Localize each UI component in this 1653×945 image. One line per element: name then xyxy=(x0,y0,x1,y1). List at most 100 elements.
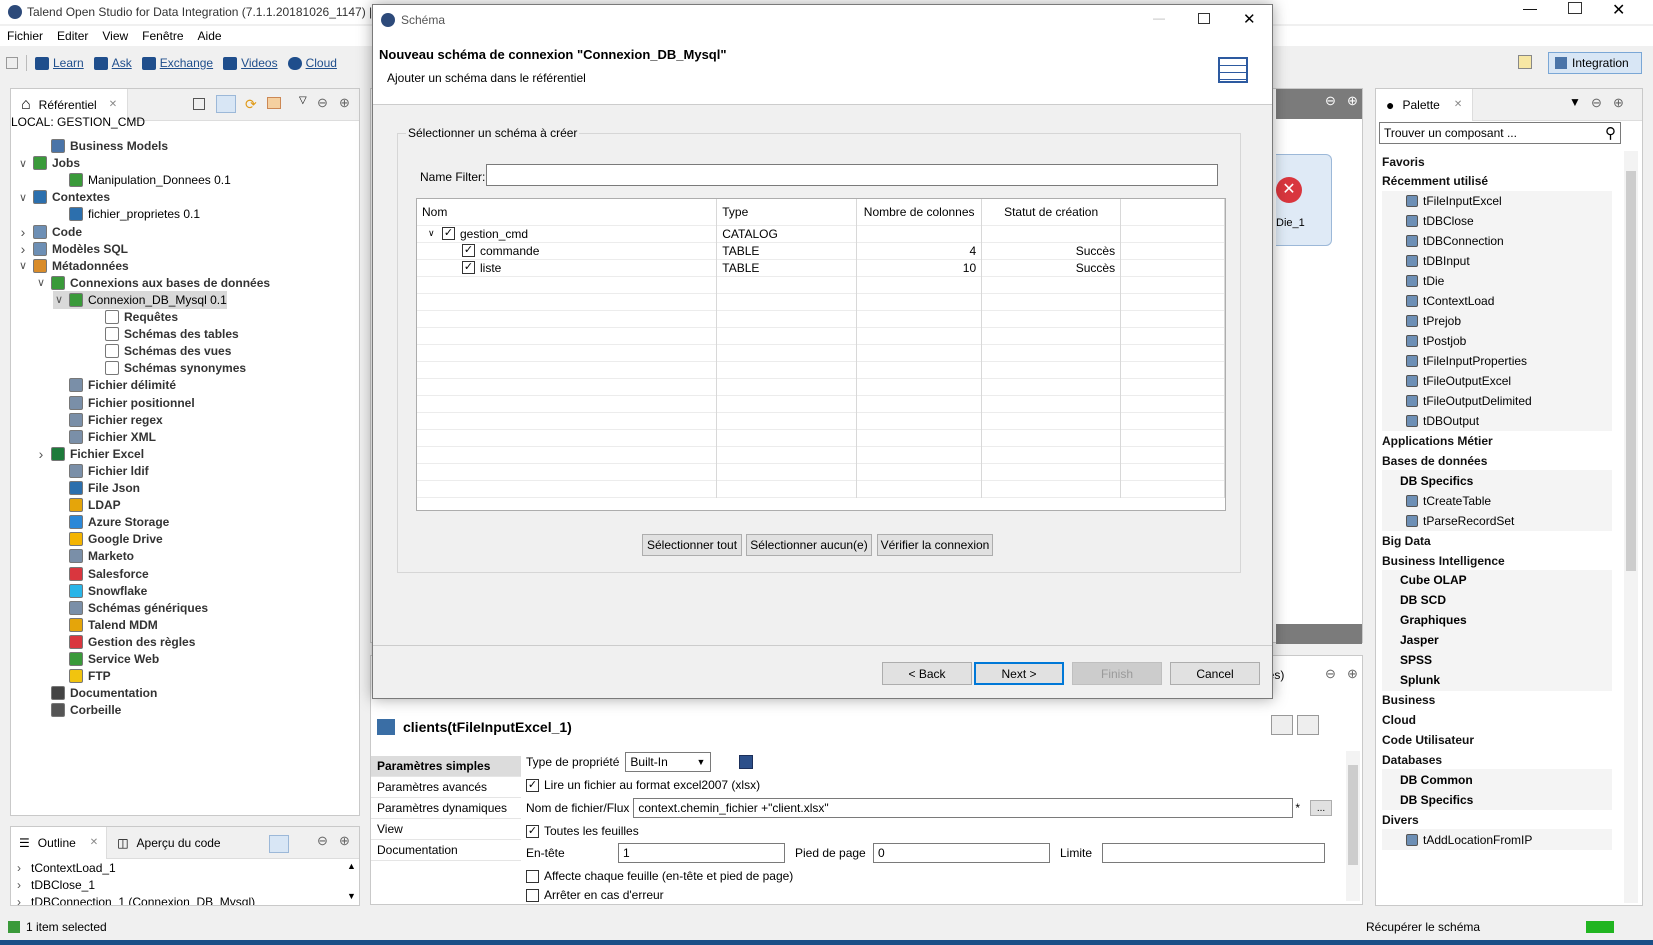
minimize-view-icon[interactable]: ⊖ xyxy=(1325,93,1336,109)
table-row[interactable] xyxy=(417,276,1225,293)
all-sheets-checkbox[interactable]: ✓ xyxy=(526,824,539,838)
close-tab-icon[interactable]: ✕ xyxy=(90,837,98,848)
repo-item[interactable]: Fichier délimité xyxy=(53,376,176,394)
repo-item[interactable]: Manipulation_Donnees 0.1 xyxy=(53,171,231,189)
col-type[interactable]: Type xyxy=(716,199,858,225)
collapsed-arrow-icon[interactable]: › xyxy=(35,446,47,462)
name-filter-input[interactable] xyxy=(486,164,1218,186)
repo-item[interactable]: Business Models xyxy=(35,137,168,155)
filter-icon[interactable] xyxy=(267,97,281,109)
palette-component[interactable]: tFileInputExcel xyxy=(1382,190,1612,212)
table-row[interactable] xyxy=(417,361,1225,378)
palette-component[interactable]: tDBInput xyxy=(1382,250,1612,272)
table-row[interactable]: ∨ ✓ gestion_cmd CATALOG xyxy=(417,225,1225,242)
tab-code-preview[interactable]: ◫ Aperçu du code xyxy=(107,827,230,859)
palette-component[interactable]: tCreateTable xyxy=(1382,490,1612,512)
close-tab-icon[interactable]: ✕ xyxy=(1454,99,1462,110)
menu-item-1[interactable]: Editer xyxy=(50,29,95,43)
repo-item[interactable]: Fichier XML xyxy=(53,428,156,446)
palette-category[interactable]: DB Common xyxy=(1382,769,1612,791)
expanded-arrow-icon[interactable]: ∨ xyxy=(428,228,442,239)
palette-category[interactable]: Graphiques xyxy=(1382,609,1612,631)
repo-item[interactable]: Gestion des règles xyxy=(53,633,195,651)
palette-category[interactable]: Récemment utilisé xyxy=(1382,171,1612,192)
table-row[interactable] xyxy=(417,310,1225,327)
table-row[interactable] xyxy=(417,378,1225,395)
palette-category[interactable]: Code Utilisateur xyxy=(1382,730,1612,751)
palette-category[interactable]: DB Specifics xyxy=(1382,470,1612,492)
palette-category[interactable]: Databases xyxy=(1382,750,1612,771)
menu-item-2[interactable]: View xyxy=(95,29,135,43)
palette-component[interactable]: tFileOutputExcel xyxy=(1382,370,1612,392)
search-icon[interactable]: ⚲ xyxy=(1605,124,1616,142)
perspective-integration[interactable]: Integration xyxy=(1548,52,1642,74)
palette-component[interactable]: tParseRecordSet xyxy=(1382,510,1612,532)
col-statut[interactable]: Statut de création xyxy=(981,199,1122,225)
maximize-view-icon[interactable]: ⊕ xyxy=(1347,93,1358,109)
refresh-icon[interactable]: ⟳ xyxy=(245,96,257,113)
palette-scrollbar[interactable] xyxy=(1624,151,1638,903)
repo-item[interactable]: ∨ Métadonnées xyxy=(17,257,129,275)
minimize-view-icon[interactable]: ⊖ xyxy=(317,833,328,849)
palette-component[interactable]: tDBClose xyxy=(1382,210,1612,232)
component-tab-2[interactable]: Paramètres dynamiques xyxy=(371,798,521,819)
palette-component[interactable]: tFileOutputDelimited xyxy=(1382,390,1612,412)
repo-item[interactable]: › Code xyxy=(17,223,82,241)
palette-component[interactable]: tFileInputProperties xyxy=(1382,350,1612,372)
maximize-view-icon[interactable]: ⊕ xyxy=(339,95,350,111)
layout-horizontal-icon[interactable] xyxy=(1271,715,1293,735)
minimize-view-icon[interactable]: ⊖ xyxy=(317,95,328,111)
check-connection-button[interactable]: Vérifier la connexion xyxy=(877,534,993,556)
col-nombre[interactable]: Nombre de colonnes xyxy=(856,199,983,225)
palette-category[interactable]: Cube OLAP xyxy=(1382,569,1612,591)
palette-component[interactable]: tDie xyxy=(1382,270,1612,292)
stop-on-error-checkbox[interactable] xyxy=(526,888,539,902)
repo-item[interactable]: fichier_proprietes 0.1 xyxy=(53,205,200,223)
repo-item[interactable]: Fichier regex xyxy=(53,411,163,429)
palette-settings-icon[interactable]: ▼ xyxy=(1569,95,1581,109)
new-icon[interactable] xyxy=(6,57,18,69)
palette-category[interactable]: Jasper xyxy=(1382,629,1612,651)
repo-item[interactable]: Snowflake xyxy=(53,582,147,600)
table-row[interactable] xyxy=(417,344,1225,361)
repo-item[interactable]: FTP xyxy=(53,667,111,685)
col-nom[interactable]: Nom xyxy=(417,199,718,225)
palette-component[interactable]: tPrejob xyxy=(1382,310,1612,332)
toolbar-link-0[interactable]: Learn xyxy=(53,56,84,70)
open-perspective-icon[interactable] xyxy=(1518,55,1532,69)
expanded-arrow-icon[interactable]: ∨ xyxy=(35,276,47,289)
repo-item[interactable]: Schémas des vues xyxy=(89,342,231,360)
repo-item[interactable]: Azure Storage xyxy=(53,513,169,531)
toolbar-link-3[interactable]: Videos xyxy=(241,56,277,70)
repo-item[interactable]: Documentation xyxy=(35,684,157,702)
minimize-view-icon[interactable]: ⊖ xyxy=(1325,666,1336,682)
palette-component[interactable]: tAddLocationFromIP xyxy=(1382,829,1612,851)
expanded-arrow-icon[interactable]: ∨ xyxy=(17,191,29,204)
repo-item[interactable]: › Fichier Excel xyxy=(35,445,144,463)
menu-item-3[interactable]: Fenêtre xyxy=(135,29,190,43)
repo-item[interactable]: Schémas génériques xyxy=(53,599,208,617)
component-tab-3[interactable]: View xyxy=(371,819,521,840)
row-checkbox[interactable]: ✓ xyxy=(462,244,475,257)
select-all-button[interactable]: Sélectionner tout xyxy=(642,534,742,556)
layout-vertical-icon[interactable] xyxy=(1297,715,1319,735)
link-editor-icon[interactable] xyxy=(216,95,236,113)
palette-component[interactable]: tDBConnection xyxy=(1382,230,1612,252)
collapsed-arrow-icon[interactable]: › xyxy=(17,895,31,906)
maximize-view-icon[interactable]: ⊕ xyxy=(1347,666,1358,682)
finish-button[interactable]: Finish xyxy=(1072,662,1162,685)
palette-category[interactable]: Business Intelligence xyxy=(1382,550,1612,571)
expanded-arrow-icon[interactable]: ∨ xyxy=(53,293,65,306)
palette-category[interactable]: DB SCD xyxy=(1382,589,1612,611)
repo-item[interactable]: ∨ Contextes xyxy=(17,188,110,206)
toolbar-link-4[interactable]: Cloud xyxy=(306,56,337,70)
minimize-view-icon[interactable]: ⊖ xyxy=(1591,95,1602,111)
row-checkbox[interactable]: ✓ xyxy=(462,261,475,274)
maximize-view-icon[interactable]: ⊕ xyxy=(1613,95,1624,111)
table-row[interactable] xyxy=(417,446,1225,463)
read-xlsx-checkbox[interactable]: ✓ xyxy=(526,778,539,792)
limit-field[interactable] xyxy=(1102,843,1325,863)
outline-item[interactable]: › tDBClose_1 xyxy=(17,876,337,893)
repo-item[interactable]: Fichier ldif xyxy=(53,462,149,480)
save-icon[interactable] xyxy=(739,755,754,769)
